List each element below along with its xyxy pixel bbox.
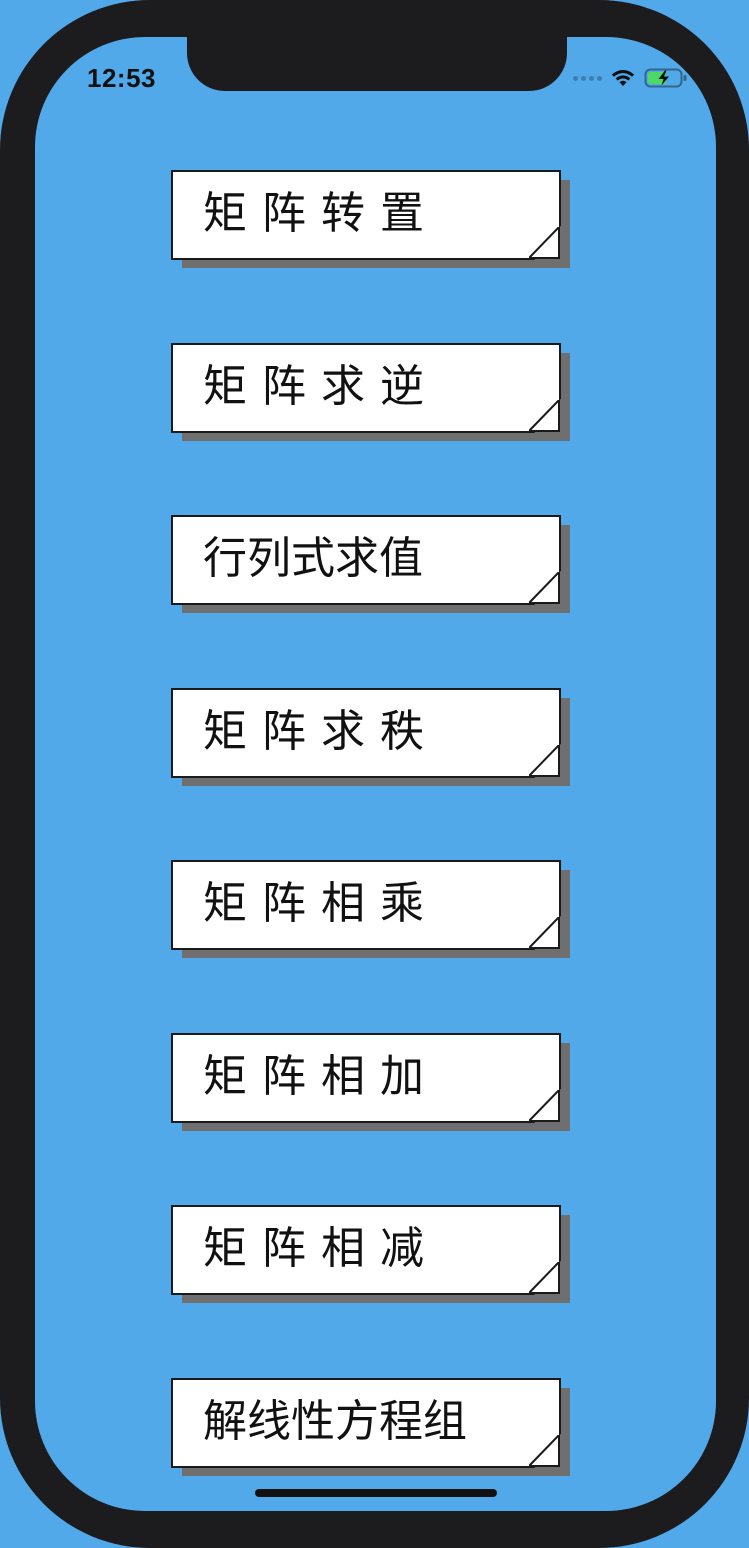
- notch: [187, 37, 567, 91]
- wifi-icon: [611, 70, 635, 86]
- page-fold-icon: [529, 1435, 560, 1467]
- page-fold-icon: [529, 1090, 560, 1122]
- menu-item-matrix-rank[interactable]: 矩阵求秩: [171, 688, 570, 786]
- menu-item-linear-equations[interactable]: 解线性方程组: [171, 1378, 570, 1476]
- cellular-dots-icon: [573, 75, 602, 81]
- status-time: 12:53: [87, 63, 156, 93]
- page-fold-icon: [529, 400, 560, 432]
- menu-item-label: 矩阵求秩: [203, 706, 439, 757]
- home-indicator[interactable]: [255, 1489, 497, 1497]
- menu-item-label: 矩阵转置: [203, 188, 439, 239]
- menu-item-label: 矩阵相乘: [203, 878, 439, 929]
- menu-item-matrix-add[interactable]: 矩阵相加: [171, 1033, 570, 1131]
- status-icons: [573, 67, 688, 89]
- battery-charging-icon: [644, 68, 687, 88]
- app-screen: 12:53 矩阵转置 矩阵求逆 行列式求值 矩阵求秩 矩阵相乘 矩阵相加 矩阵相…: [35, 37, 716, 1511]
- menu-item-label: 矩阵求逆: [203, 361, 439, 412]
- page-fold-icon: [529, 917, 560, 949]
- menu-item-matrix-subtract[interactable]: 矩阵相减: [171, 1205, 570, 1303]
- menu-item-determinant[interactable]: 行列式求值: [171, 515, 570, 613]
- menu-item-matrix-multiply[interactable]: 矩阵相乘: [171, 860, 570, 958]
- menu-item-matrix-inverse[interactable]: 矩阵求逆: [171, 343, 570, 441]
- menu-item-label: 矩阵相减: [203, 1223, 439, 1274]
- page-fold-icon: [529, 745, 560, 777]
- page-fold-icon: [529, 1262, 560, 1294]
- menu-item-matrix-transpose[interactable]: 矩阵转置: [171, 170, 570, 268]
- menu-item-label: 矩阵相加: [203, 1051, 439, 1102]
- page-fold-icon: [529, 227, 560, 259]
- menu-item-label: 解线性方程组: [203, 1396, 467, 1447]
- menu-item-label: 行列式求值: [203, 533, 423, 584]
- page-fold-icon: [529, 572, 560, 604]
- phone-frame: 12:53 矩阵转置 矩阵求逆 行列式求值 矩阵求秩 矩阵相乘 矩阵相加 矩阵相…: [0, 0, 749, 1548]
